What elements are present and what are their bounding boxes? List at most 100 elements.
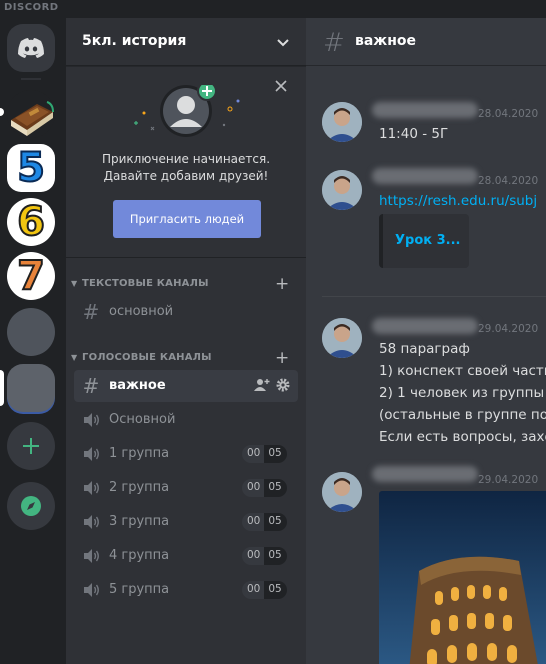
category-label: ГОЛОСОВЫЕ КАНАЛЫ xyxy=(82,352,212,363)
avatar[interactable] xyxy=(322,472,362,512)
timestamp: 28.04.2020 xyxy=(478,175,539,187)
timestamp: 29.04.2020 xyxy=(478,323,539,335)
channel-label: 4 группа xyxy=(109,548,170,563)
author-name-redacted xyxy=(372,318,478,334)
channel-label: 1 группа xyxy=(109,446,170,461)
author-name-redacted xyxy=(372,466,478,482)
unread-indicator xyxy=(0,108,4,116)
create-channel-icon[interactable]: + xyxy=(275,348,289,368)
chat-area: # важное 28.04.2020 11:40 - 5Г 28.04.202… xyxy=(306,18,546,664)
channel-item-text-1[interactable]: # важное xyxy=(74,370,298,402)
channel-label: 3 группа xyxy=(109,514,170,529)
user-limit: 05 xyxy=(264,547,287,565)
user-limit: 05 xyxy=(264,581,287,599)
user-limit: 05 xyxy=(264,513,287,531)
server-list-divider xyxy=(21,78,41,80)
add-friends-illustration xyxy=(134,85,240,137)
invite-text-line-2: Давайте добавим друзей! xyxy=(103,169,269,183)
speaker-icon xyxy=(82,547,100,565)
voice-channel-2[interactable]: 2 группа 00 05 xyxy=(74,472,298,504)
channel-title: важное xyxy=(355,33,417,49)
server-icon-6[interactable]: 6 xyxy=(7,198,55,246)
speaker-icon xyxy=(82,445,100,463)
server-icon-7-label: 7 xyxy=(16,253,46,299)
server-name: 5кл. история xyxy=(82,33,187,49)
timestamp: 28.04.2020 xyxy=(478,108,539,120)
embed-title[interactable]: Урок 3... xyxy=(395,233,460,248)
speaker-icon xyxy=(82,581,100,599)
speaker-icon xyxy=(82,513,100,531)
server-icon-blurred[interactable] xyxy=(7,308,55,356)
invite-member-icon[interactable] xyxy=(254,378,270,392)
explore-servers-button[interactable] xyxy=(7,482,55,530)
message-text: 11:40 - 5Г xyxy=(379,126,449,142)
server-icon-5[interactable]: 5 xyxy=(7,144,55,192)
user-limit-badge: 00 05 xyxy=(242,513,287,531)
date-divider xyxy=(322,296,546,297)
user-limit-badge: 00 05 xyxy=(242,581,287,599)
hash-icon: # xyxy=(82,374,100,398)
discord-logo-icon xyxy=(18,38,44,58)
avatar[interactable] xyxy=(322,170,362,210)
category-voice-channels[interactable]: ▼ ГОЛОСОВЫЕ КАНАЛЫ + xyxy=(66,348,306,368)
invite-text-line-1: Приключение начинается. xyxy=(101,152,271,166)
chevron-down-icon: ▼ xyxy=(71,279,78,288)
server-icon-history-book[interactable] xyxy=(7,90,55,138)
channel-actions xyxy=(254,378,290,392)
chevron-down-icon: ▼ xyxy=(71,353,78,362)
category-text-channels[interactable]: ▼ ТЕКСТОВЫЕ КАНАЛЫ + xyxy=(66,274,306,294)
channel-label: 2 группа xyxy=(109,480,170,495)
channel-item-text-0[interactable]: # основной xyxy=(74,296,298,328)
timestamp: 29.04.2020 xyxy=(478,474,539,486)
avatar[interactable] xyxy=(322,102,362,142)
plus-icon xyxy=(23,438,39,454)
avatar[interactable] xyxy=(322,318,362,358)
create-channel-icon[interactable]: + xyxy=(275,274,289,294)
channel-label: важное xyxy=(109,378,166,393)
gear-icon[interactable] xyxy=(276,378,290,392)
server-header[interactable]: 5кл. история xyxy=(66,18,306,66)
hash-icon: # xyxy=(323,28,345,58)
voice-channel-3[interactable]: 3 группа 00 05 xyxy=(74,506,298,538)
user-limit-badge: 00 05 xyxy=(242,479,287,497)
channel-label: 5 группа xyxy=(109,582,170,597)
user-limit: 05 xyxy=(264,445,287,463)
selected-server-indicator xyxy=(0,370,4,406)
voice-channel-5[interactable]: 5 группа 00 05 xyxy=(74,574,298,606)
server-list: 5 6 7 xyxy=(0,18,66,664)
add-server-button[interactable] xyxy=(7,422,55,470)
speaker-icon xyxy=(82,411,100,429)
author-name-redacted xyxy=(372,168,478,184)
invite-people-button[interactable]: Пригласить людей xyxy=(113,200,261,238)
voice-channel-1[interactable]: 1 группа 00 05 xyxy=(74,438,298,470)
user-count: 00 xyxy=(242,547,265,565)
server-icon-5-label: 5 xyxy=(16,145,46,191)
user-count: 00 xyxy=(242,479,265,497)
message-text: (остальные в группе пом xyxy=(379,407,546,423)
colosseum-photo[interactable] xyxy=(379,491,546,664)
voice-channel-0[interactable]: Основной xyxy=(74,404,298,436)
user-limit-badge: 00 05 xyxy=(242,547,287,565)
channel-label: Основной xyxy=(109,412,176,427)
message-text: Если есть вопросы, захо xyxy=(379,429,546,445)
app-brand: DISCORD xyxy=(4,2,59,13)
message-text: 2) 1 человек из группы д xyxy=(379,385,546,401)
home-button[interactable] xyxy=(7,24,55,72)
chat-header: # важное xyxy=(306,18,546,66)
category-label: ТЕКСТОВЫЕ КАНАЛЫ xyxy=(82,278,209,289)
author-name-redacted xyxy=(372,102,478,118)
server-icon-active[interactable] xyxy=(7,364,55,412)
link-embed[interactable]: Урок 3... xyxy=(379,214,469,268)
server-icon-6-label: 6 xyxy=(16,199,46,245)
user-count: 00 xyxy=(242,581,265,599)
speaker-icon xyxy=(82,479,100,497)
user-limit: 05 xyxy=(264,479,287,497)
close-icon[interactable] xyxy=(274,79,288,93)
message-text: 58 параграф xyxy=(379,341,470,357)
user-count: 00 xyxy=(242,513,265,531)
invite-panel: Приключение начинается. Давайте добавим … xyxy=(66,67,306,257)
server-icon-7[interactable]: 7 xyxy=(7,252,55,300)
message-link[interactable]: https://resh.edu.ru/subj xyxy=(379,193,537,209)
voice-channel-4[interactable]: 4 группа 00 05 xyxy=(74,540,298,572)
channel-sidebar: 5кл. история Приключение начинается. Дав… xyxy=(66,18,306,664)
